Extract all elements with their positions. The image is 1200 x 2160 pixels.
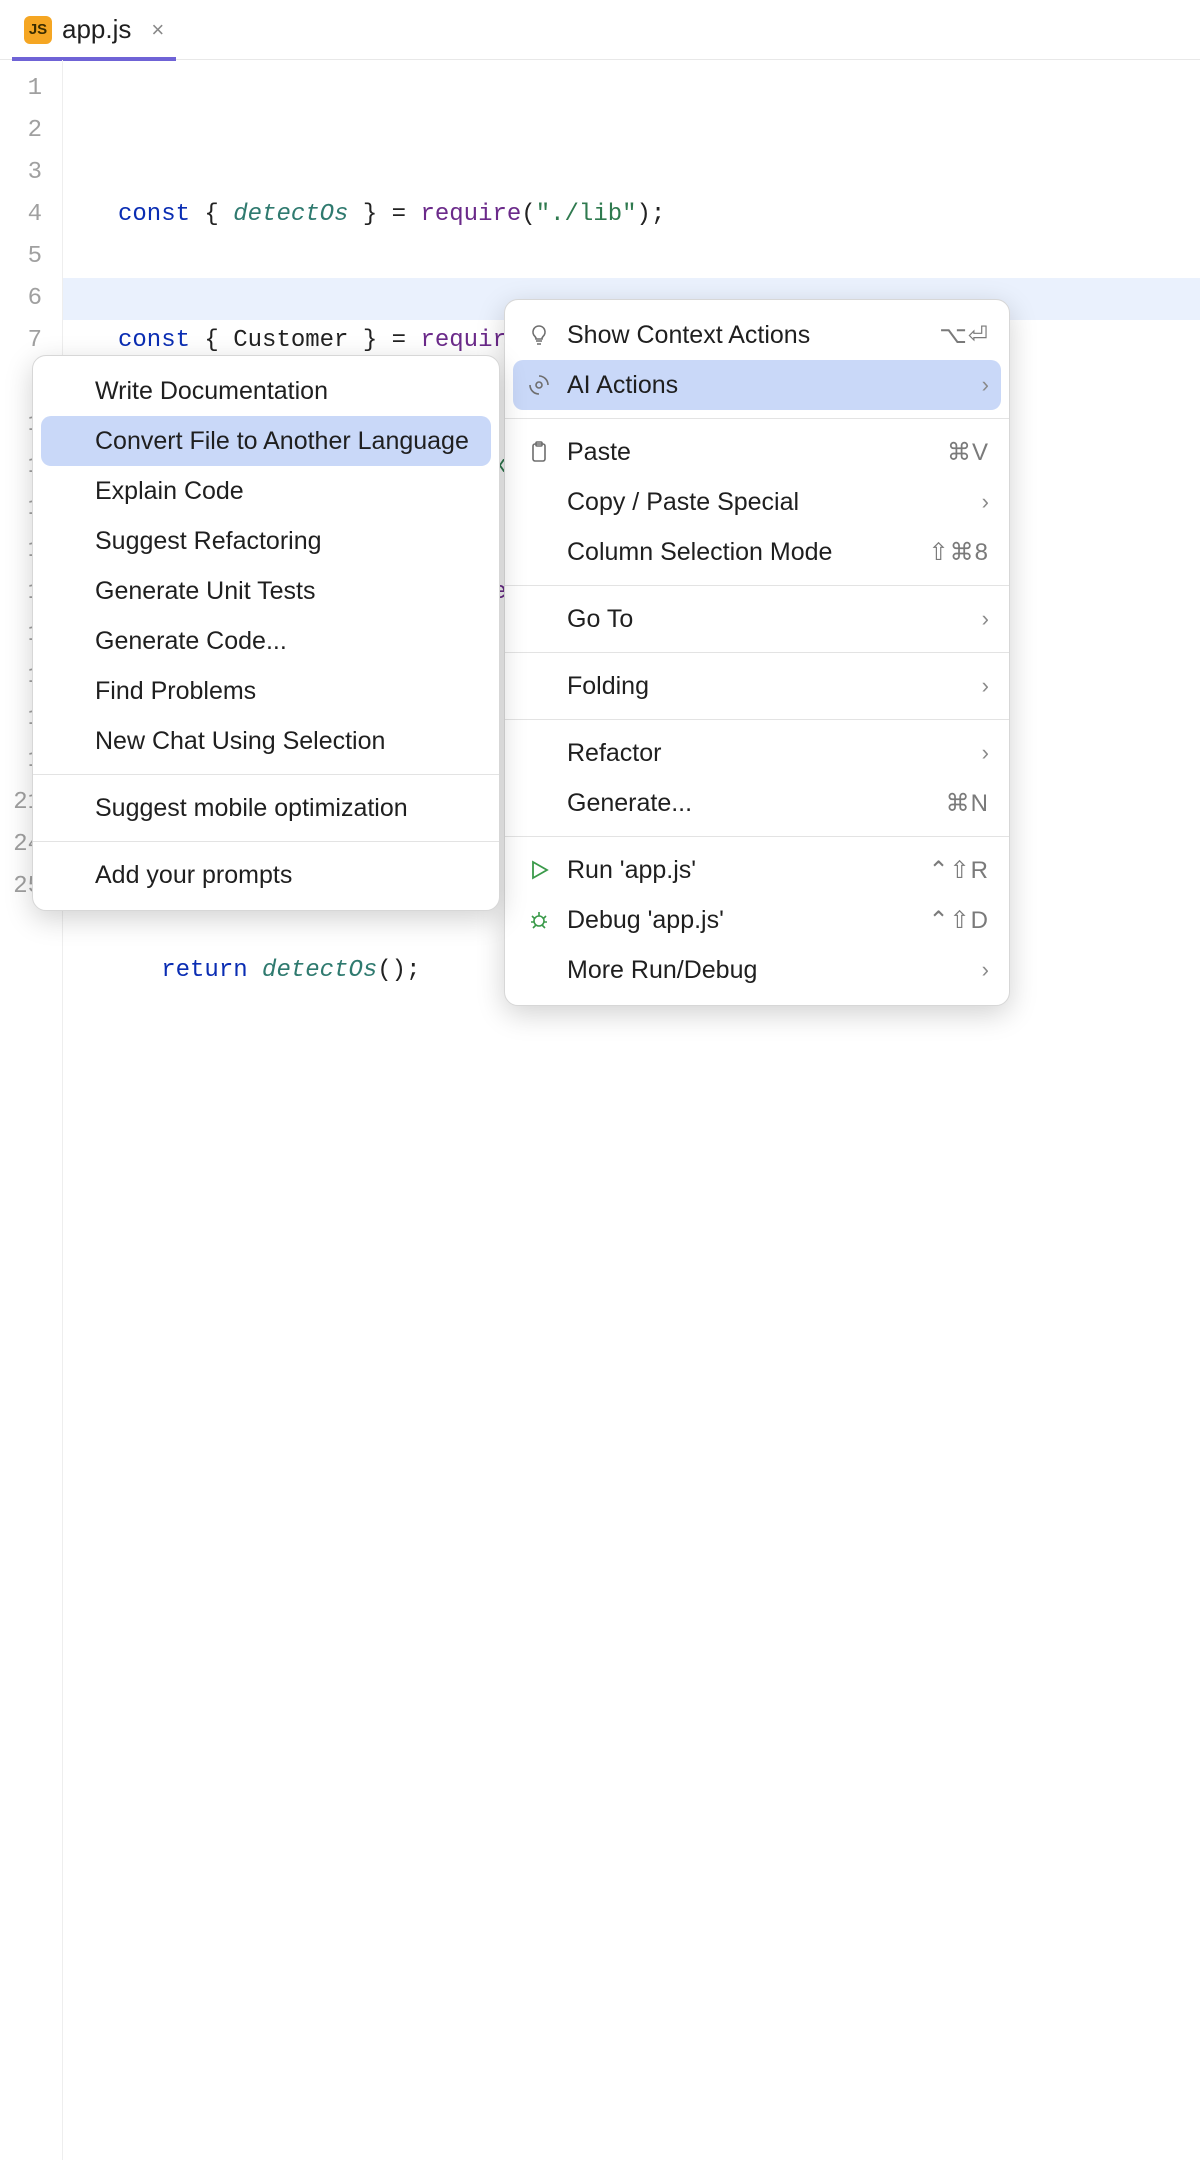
menu-separator	[33, 774, 499, 775]
main_menu-item-column-selection-mode[interactable]: Column Selection Mode ⇧⌘8	[505, 527, 1009, 577]
close-icon[interactable]: ×	[151, 17, 164, 43]
menu-item-label: Go To	[567, 605, 968, 634]
menu-separator	[33, 841, 499, 842]
sub_menu-item-generate-unit-tests[interactable]: Generate Unit Tests	[33, 566, 499, 616]
main_menu-item-refactor[interactable]: Refactor ›	[505, 728, 1009, 778]
menu-item-label: Generate...	[567, 789, 932, 818]
menu-item-label: Suggest Refactoring	[95, 527, 479, 556]
context-menu: Show Context Actions ⌥⏎ AI Actions › Paste ⌘V…	[504, 299, 1010, 1006]
menu-item-label: New Chat Using Selection	[95, 727, 479, 756]
chevron-right-icon: ›	[982, 957, 989, 983]
menu-item-label: Paste	[567, 438, 933, 467]
main_menu-item-show-context-actions[interactable]: Show Context Actions ⌥⏎	[505, 310, 1009, 360]
ai-actions-submenu: Write Documentation Convert File to Anoth…	[32, 355, 500, 911]
main_menu-item-debug-app-js[interactable]: Debug 'app.js' ⌃⇧D	[505, 895, 1009, 945]
main_menu-item-run-app-js[interactable]: Run 'app.js' ⌃⇧R	[505, 845, 1009, 895]
menu-separator	[505, 585, 1009, 586]
chevron-right-icon: ›	[982, 372, 989, 398]
sub_menu-item-generate-code[interactable]: Generate Code...	[33, 616, 499, 666]
debug-icon	[525, 908, 553, 932]
keyboard-shortcut: ⌘N	[946, 789, 989, 818]
tab-bar: JS app.js ×	[0, 0, 1200, 60]
menu-separator	[505, 418, 1009, 419]
main_menu-item-more-run-debug[interactable]: More Run/Debug ›	[505, 945, 1009, 995]
menu-item-label: Convert File to Another Language	[95, 427, 479, 456]
clipboard-icon	[525, 440, 553, 464]
chevron-right-icon: ›	[982, 606, 989, 632]
sub_menu-item-new-chat-using-selection[interactable]: New Chat Using Selection	[33, 716, 499, 766]
menu-item-label: Explain Code	[95, 477, 479, 506]
sub_menu-item-suggest-mobile-optimization[interactable]: Suggest mobile optimization	[33, 783, 499, 833]
sub_menu-item-suggest-refactoring[interactable]: Suggest Refactoring	[33, 516, 499, 566]
sub_menu-item-find-problems[interactable]: Find Problems	[33, 666, 499, 716]
keyboard-shortcut: ⌥⏎	[939, 321, 989, 350]
menu-item-label: Folding	[567, 672, 968, 701]
main_menu-item-paste[interactable]: Paste ⌘V	[505, 427, 1009, 477]
keyboard-shortcut: ⌃⇧R	[928, 856, 989, 885]
chevron-right-icon: ›	[982, 740, 989, 766]
menu-separator	[505, 652, 1009, 653]
keyboard-shortcut: ⌃⇧D	[928, 906, 989, 935]
sub_menu-item-write-documentation[interactable]: Write Documentation	[33, 366, 499, 416]
js-file-icon: JS	[24, 16, 52, 44]
ai-icon	[525, 373, 553, 397]
main_menu-item-folding[interactable]: Folding ›	[505, 661, 1009, 711]
menu-item-label: Copy / Paste Special	[567, 488, 968, 517]
menu-item-label: Generate Code...	[95, 627, 479, 656]
menu-item-label: Generate Unit Tests	[95, 577, 479, 606]
menu-item-label: Suggest mobile optimization	[95, 794, 479, 823]
sub_menu-item-explain-code[interactable]: Explain Code	[33, 466, 499, 516]
main_menu-item-generate[interactable]: Generate... ⌘N	[505, 778, 1009, 828]
menu-item-label: Show Context Actions	[567, 321, 925, 350]
bulb-icon	[525, 323, 553, 347]
chevron-right-icon: ›	[982, 673, 989, 699]
menu-item-label: Refactor	[567, 739, 968, 768]
menu-item-label: Column Selection Mode	[567, 538, 915, 567]
keyboard-shortcut: ⌘V	[947, 438, 989, 467]
keyboard-shortcut: ⇧⌘8	[929, 538, 989, 567]
menu-item-label: Debug 'app.js'	[567, 906, 914, 935]
menu-separator	[505, 719, 1009, 720]
menu-item-label: Write Documentation	[95, 377, 479, 406]
sub_menu-item-convert-file-to-another-language[interactable]: Convert File to Another Language	[41, 416, 491, 466]
menu-item-label: Find Problems	[95, 677, 479, 706]
run-icon	[525, 858, 553, 882]
menu-item-label: Add your prompts	[95, 861, 479, 890]
menu-item-label: AI Actions	[567, 371, 968, 400]
tab-filename: app.js	[62, 14, 131, 45]
menu-item-label: More Run/Debug	[567, 956, 968, 985]
main_menu-item-go-to[interactable]: Go To ›	[505, 594, 1009, 644]
sub_menu-item-add-your-prompts[interactable]: Add your prompts	[33, 850, 499, 900]
file-tab[interactable]: JS app.js ×	[12, 0, 176, 60]
menu-item-label: Run 'app.js'	[567, 856, 914, 885]
main_menu-item-copy-paste-special[interactable]: Copy / Paste Special ›	[505, 477, 1009, 527]
menu-separator	[505, 836, 1009, 837]
main_menu-item-ai-actions[interactable]: AI Actions ›	[513, 360, 1001, 410]
chevron-right-icon: ›	[982, 489, 989, 515]
